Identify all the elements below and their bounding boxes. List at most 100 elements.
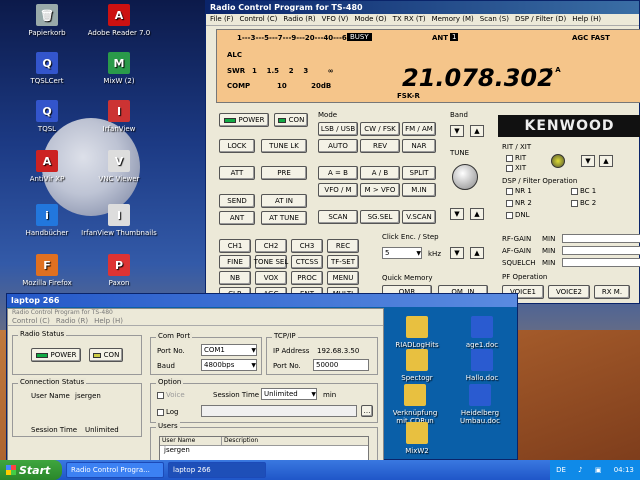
menu-item[interactable]: VFO (V) <box>322 15 349 24</box>
tune-lk-button[interactable]: TUNE LK <box>261 139 307 153</box>
network-icon[interactable]: ▣ <box>595 466 602 474</box>
a-equals-b-button[interactable]: A = B <box>318 166 358 180</box>
desktop-icon[interactable]: Hallo.doc <box>457 349 507 382</box>
table-row[interactable]: jsergen <box>160 446 368 454</box>
desktop-icon[interactable]: A Adobe Reader 7.0 <box>74 4 164 37</box>
cw-fsk-button[interactable]: CW / FSK <box>360 122 400 136</box>
desktop-icon[interactable]: Heidelberg Umbau.doc <box>455 384 505 425</box>
remote-con-button[interactable]: CON <box>89 348 123 362</box>
start-button[interactable]: Start <box>0 460 62 480</box>
dnl-checkbox[interactable]: DNL <box>506 211 530 219</box>
rit-up-icon[interactable]: ▲ <box>599 155 613 167</box>
split-button[interactable]: SPLIT <box>402 166 436 180</box>
baud-select[interactable]: 4800bps ▼ <box>201 359 257 371</box>
desktop-icon[interactable]: MixW2 <box>392 422 442 455</box>
proc-button[interactable]: PROC <box>291 271 323 285</box>
band-down-icon[interactable]: ▼ <box>450 125 464 137</box>
vox-button[interactable]: VOX <box>255 271 287 285</box>
task-laptop-266[interactable]: laptop 266 <box>168 462 266 478</box>
pre-button[interactable]: PRE <box>261 166 307 180</box>
ctcss-button[interactable]: CTCSS <box>291 255 323 269</box>
menu-button[interactable]: MENU <box>327 271 359 285</box>
squelch-slider[interactable] <box>562 258 640 267</box>
tune-down-icon[interactable]: ▼ <box>450 208 464 220</box>
desktop-icon[interactable]: M MixW (2) <box>74 52 164 85</box>
menu-item[interactable]: TX RX (T) <box>393 15 426 24</box>
nr2-checkbox[interactable]: NR 2 <box>506 199 532 207</box>
log-checkbox[interactable]: Log <box>157 408 179 416</box>
menu-item[interactable]: Help (H) <box>572 15 601 24</box>
menu-item[interactable]: Control (C) <box>12 317 50 325</box>
at-in-button[interactable]: AT IN <box>261 194 307 208</box>
col-description[interactable]: Description <box>222 437 258 445</box>
task-radio-control[interactable]: Radio Control Progra... <box>66 462 164 478</box>
ch3-button[interactable]: CH3 <box>291 239 323 253</box>
tune-up-icon[interactable]: ▲ <box>470 208 484 220</box>
att-button[interactable]: ATT <box>219 166 255 180</box>
fm-am-button[interactable]: FM / AM <box>402 122 436 136</box>
menu-item[interactable]: Mode (O) <box>354 15 386 24</box>
tcp-port-field[interactable]: 50000 <box>313 359 369 371</box>
menu-item[interactable]: Help (H) <box>94 317 123 325</box>
nar-button[interactable]: NAR <box>402 139 436 153</box>
rf-gain-slider[interactable] <box>562 234 640 243</box>
lsb-usb-button[interactable]: LSB / USB <box>318 122 358 136</box>
tone-sel-button[interactable]: TONE SEL <box>254 255 288 269</box>
col-user-name[interactable]: User Name <box>160 437 222 445</box>
remote-power-button[interactable]: POWER <box>31 348 81 362</box>
power-button[interactable]: POWER <box>219 113 269 127</box>
menu-item[interactable]: DSP / Filter (D) <box>515 15 566 24</box>
desktop-icon[interactable]: Spectogr <box>392 349 442 382</box>
a-b-button[interactable]: A / B <box>360 166 400 180</box>
language-indicator[interactable]: DE <box>556 466 566 474</box>
v-scan-button[interactable]: V.SCAN <box>402 210 436 224</box>
laptop-title-bar[interactable]: laptop 266 <box>7 294 517 307</box>
desktop-icon[interactable]: I IrfanView <box>74 100 164 133</box>
menu-item[interactable]: Control (C) <box>239 15 277 24</box>
desktop-icon[interactable]: age1.doc <box>457 316 507 349</box>
bc1-checkbox[interactable]: BC 1 <box>571 187 596 195</box>
desktop-icon[interactable]: V VNC Viewer <box>74 150 164 183</box>
fine-button[interactable]: FINE <box>219 255 251 269</box>
step-select[interactable]: 5 ▼ <box>382 247 422 259</box>
rit-checkbox[interactable]: RIT <box>506 154 526 162</box>
step-up-icon[interactable]: ▲ <box>470 247 484 259</box>
menu-item[interactable]: Radio (R) <box>56 317 88 325</box>
tune-knob-icon[interactable] <box>452 164 478 190</box>
step-down-icon[interactable]: ▼ <box>450 247 464 259</box>
scan-button[interactable]: SCAN <box>318 210 358 224</box>
nr1-checkbox[interactable]: NR 1 <box>506 187 532 195</box>
desktop-icon[interactable]: P Paxon <box>74 254 164 287</box>
menu-item[interactable]: Radio (R) <box>283 15 315 24</box>
desktop-icon[interactable]: RIADLogHits <box>392 316 442 349</box>
com-port-select[interactable]: COM1 ▼ <box>201 344 257 356</box>
browse-button[interactable]: … <box>361 405 373 417</box>
voice-checkbox[interactable]: Voice <box>157 391 185 399</box>
ch1-button[interactable]: CH1 <box>219 239 251 253</box>
menu-item[interactable]: File (F) <box>210 15 233 24</box>
vfo-m-button[interactable]: VFO / M <box>318 183 358 197</box>
radio-title-bar[interactable]: Radio Control Program for TS-480 <box>206 1 639 14</box>
ant-button[interactable]: ANT <box>219 211 255 225</box>
rx-m-button[interactable]: RX M. <box>594 285 630 299</box>
rit-knob-icon[interactable] <box>551 154 565 168</box>
lock-button[interactable]: LOCK <box>219 139 255 153</box>
m-vfo-button[interactable]: M > VFO <box>360 183 400 197</box>
af-gain-slider[interactable] <box>562 246 640 255</box>
auto-button[interactable]: AUTO <box>318 139 358 153</box>
m-in-button[interactable]: M.IN <box>402 183 436 197</box>
at-tune-button[interactable]: AT TUNE <box>261 211 307 225</box>
ch2-button[interactable]: CH2 <box>255 239 287 253</box>
rev-button[interactable]: REV <box>360 139 400 153</box>
menu-item[interactable]: Memory (M) <box>432 15 474 24</box>
band-up-icon[interactable]: ▲ <box>470 125 484 137</box>
menu-item[interactable]: Scan (S) <box>480 15 509 24</box>
tf-set-button[interactable]: TF-SET <box>327 255 359 269</box>
xit-checkbox[interactable]: XIT <box>506 164 526 172</box>
desktop-icon[interactable]: I IrfanView Thumbnails <box>74 204 164 237</box>
voice2-button[interactable]: VOICE2 <box>548 285 590 299</box>
bc2-checkbox[interactable]: BC 2 <box>571 199 596 207</box>
log-path-field[interactable] <box>201 405 357 417</box>
con-button[interactable]: CON <box>274 113 308 127</box>
session-time-select[interactable]: Unlimited ▼ <box>261 388 317 400</box>
